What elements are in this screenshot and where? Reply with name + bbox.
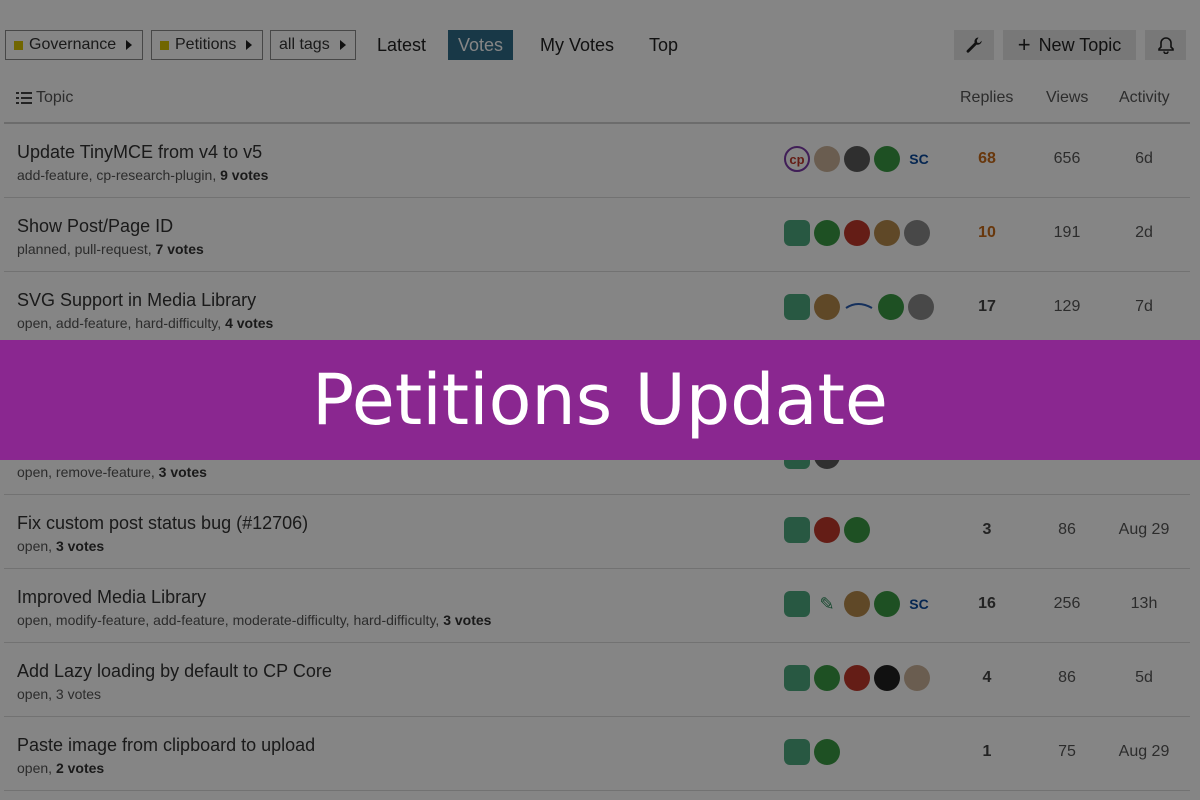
title-banner: Petitions Update — [0, 340, 1200, 460]
banner-title: Petitions Update — [312, 359, 888, 441]
